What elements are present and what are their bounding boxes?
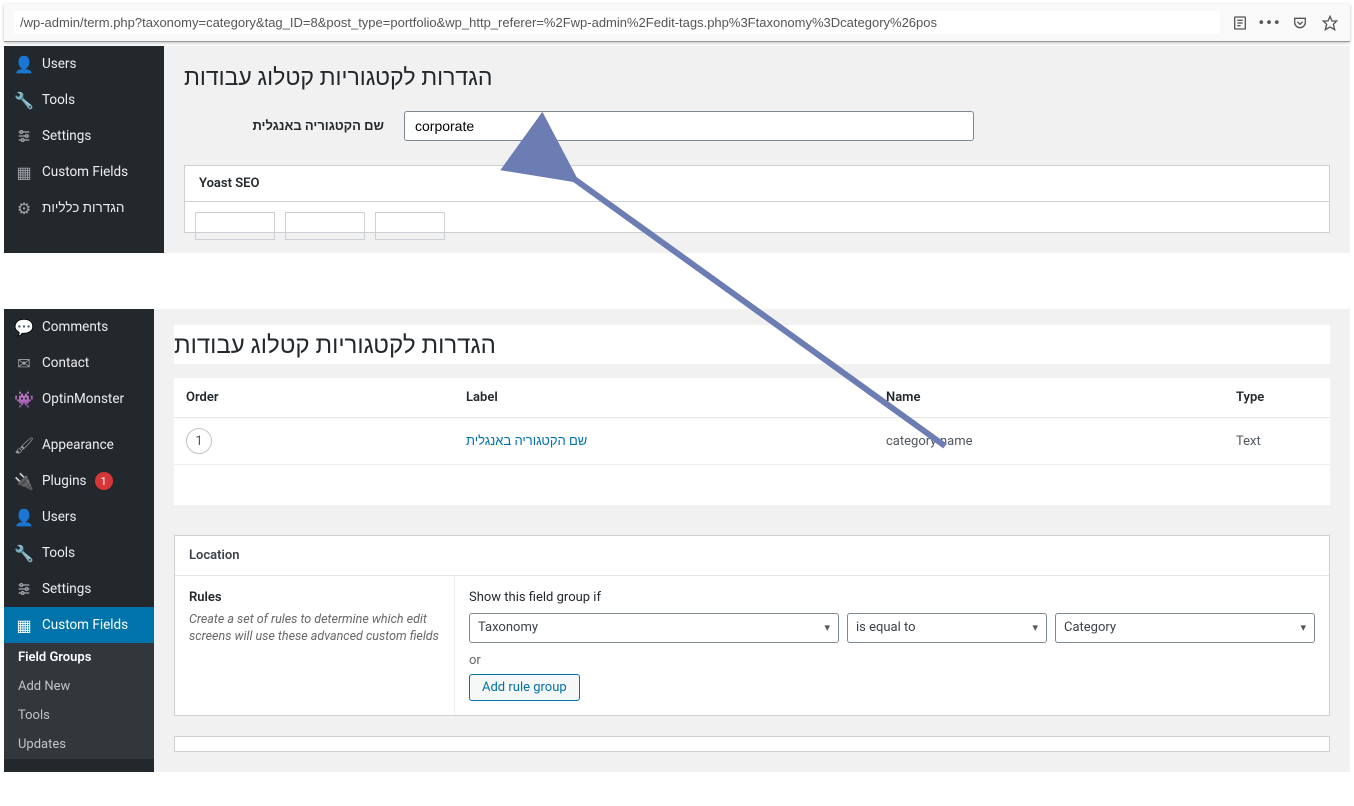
chevron-down-icon: [1032, 620, 1038, 635]
sidebar-sub-updates[interactable]: Updates: [4, 730, 154, 759]
location-title: Location: [175, 536, 1329, 576]
location-box: Location Rules Create a set of rules to …: [174, 535, 1330, 716]
table-row[interactable]: 1 שם הקטגוריה באנגלית category-name Text: [174, 418, 1330, 465]
brush-icon: 🖌: [14, 435, 34, 455]
chevron-down-icon: [1300, 620, 1306, 635]
sidebar-item-tools[interactable]: 🔧 Tools: [4, 82, 164, 118]
sidebar-item-label: Tools: [42, 92, 75, 108]
segment-bottom: 💬 Comments ✉ Contact 👾 OptinMonster 🖌 Appear…: [4, 309, 1350, 772]
sidebar-sub-add-new[interactable]: Add New: [4, 672, 154, 701]
show-if-label: Show this field group if: [469, 590, 1315, 605]
order-handle[interactable]: 1: [186, 428, 212, 454]
sidebar-sub-tools[interactable]: Tools: [4, 701, 154, 730]
sidebar-item-label: Contact: [42, 355, 89, 371]
col-order: Order: [174, 378, 454, 418]
rule-operator-select[interactable]: is equal to: [847, 613, 1047, 643]
sidebar-item-optinmonster[interactable]: 👾 OptinMonster: [4, 381, 154, 417]
sidebar-sub-field-groups[interactable]: Field Groups: [4, 643, 154, 672]
field-label-link[interactable]: שם הקטגוריה באנגלית: [466, 434, 587, 449]
person-icon: 👤: [14, 507, 34, 527]
pocket-icon[interactable]: [1290, 13, 1310, 33]
rules-title: Rules: [189, 590, 440, 605]
field-type: Text: [1224, 418, 1330, 465]
segment-top: 👤 Users 🔧 Tools Settings ▦ Custom Fields ⚙ ה…: [4, 46, 1350, 253]
sidebar-item-comments[interactable]: 💬 Comments: [4, 309, 154, 345]
bookmark-star-icon[interactable]: [1320, 13, 1340, 33]
field-group-title-input[interactable]: הגדרות לקטגוריות קטלוג עבודות: [174, 325, 1330, 364]
more-icon[interactable]: •••: [1260, 13, 1280, 33]
sidebar-item-tools[interactable]: 🔧 Tools: [4, 535, 154, 571]
monster-icon: 👾: [14, 389, 34, 409]
yoast-seo-title: Yoast SEO: [185, 166, 1329, 202]
sidebar-item-label: OptinMonster: [42, 391, 124, 407]
sidebar-item-label: Custom Fields: [42, 617, 128, 633]
reader-mode-icon[interactable]: [1230, 13, 1250, 33]
sliders-icon: [14, 126, 34, 146]
content-top: הגדרות לקטגוריות קטלוג עבודות שם הקטגורי…: [164, 46, 1350, 253]
col-type: Type: [1224, 378, 1330, 418]
col-label: Label: [454, 378, 874, 418]
sidebar-item-custom-fields[interactable]: ▦ Custom Fields: [4, 154, 164, 190]
sidebar-item-users[interactable]: 👤 Users: [4, 499, 154, 535]
category-name-input[interactable]: [404, 111, 974, 141]
sidebar-item-label: Settings: [42, 581, 91, 597]
page-title-top: הגדרות לקטגוריות קטלוג עבודות: [184, 64, 1330, 91]
rule-param-select[interactable]: Taxonomy: [469, 613, 839, 643]
next-metabox-stub: [174, 736, 1330, 752]
fields-table: Order Label Name Type 1 שם הקטגוריה באנג…: [174, 378, 1330, 505]
sidebar-item-label: Custom Fields: [42, 164, 128, 180]
mail-icon: ✉: [14, 353, 34, 373]
sidebar-item-custom-fields[interactable]: ▦ Custom Fields: [4, 607, 154, 643]
admin-sidebar-bottom: 💬 Comments ✉ Contact 👾 OptinMonster 🖌 Appear…: [4, 309, 154, 772]
field-name: category-name: [874, 418, 1224, 465]
browser-address-bar: •••: [4, 4, 1350, 42]
sidebar-item-label: Plugins: [42, 473, 87, 489]
yoast-seo-metabox: Yoast SEO: [184, 165, 1330, 233]
sliders-icon: [14, 579, 34, 599]
category-name-field-row: שם הקטגוריה באנגלית: [184, 111, 1330, 141]
sidebar-item-users[interactable]: 👤 Users: [4, 46, 164, 82]
sidebar-item-label: Tools: [42, 545, 75, 561]
wrench-icon: 🔧: [14, 90, 34, 110]
admin-sidebar-top: 👤 Users 🔧 Tools Settings ▦ Custom Fields ⚙ ה…: [4, 46, 164, 253]
rule-row: Taxonomy is equal to Category: [469, 613, 1315, 643]
chevron-down-icon: [824, 620, 830, 635]
or-label: or: [469, 653, 1315, 668]
sidebar-item-label: Users: [42, 509, 76, 525]
sidebar-item-plugins[interactable]: 🔌 Plugins 1: [4, 463, 154, 499]
comment-icon: 💬: [14, 317, 34, 337]
sidebar-item-label: Users: [42, 56, 76, 72]
field-label: שם הקטגוריה באנגלית: [184, 118, 384, 134]
sidebar-item-general-settings-he[interactable]: ⚙ הגדרות כלליות: [4, 190, 164, 226]
wrench-icon: 🔧: [14, 543, 34, 563]
sidebar-item-label: Settings: [42, 128, 91, 144]
location-rules-desc: Rules Create a set of rules to determine…: [175, 576, 455, 715]
yoast-seo-body: [185, 202, 1329, 232]
sidebar-item-label: הגדרות כלליות: [42, 200, 124, 216]
sidebar-item-label: Appearance: [42, 437, 114, 453]
grid-icon: ▦: [14, 162, 34, 182]
grid-icon: ▦: [14, 615, 34, 635]
plug-icon: 🔌: [14, 471, 34, 491]
gear-icon: ⚙: [14, 198, 34, 218]
segment-gap: [0, 257, 1354, 305]
rules-desc: Create a set of rules to determine which…: [189, 611, 440, 646]
sidebar-item-appearance[interactable]: 🖌 Appearance: [4, 427, 154, 463]
yoast-tab[interactable]: [285, 212, 365, 240]
content-bottom: הגדרות לקטגוריות קטלוג עבודות Order Labe…: [154, 309, 1350, 772]
update-badge: 1: [95, 472, 113, 490]
person-icon: 👤: [14, 54, 34, 74]
sidebar-item-settings[interactable]: Settings: [4, 571, 154, 607]
add-rule-group-button[interactable]: Add rule group: [469, 674, 580, 701]
rule-value-select[interactable]: Category: [1055, 613, 1315, 643]
sidebar-item-settings[interactable]: Settings: [4, 118, 164, 154]
yoast-tab[interactable]: [195, 212, 275, 240]
yoast-tab[interactable]: [375, 212, 445, 240]
url-input[interactable]: [14, 11, 1220, 34]
sidebar-item-label: Comments: [42, 319, 108, 335]
col-name: Name: [874, 378, 1224, 418]
sidebar-item-contact[interactable]: ✉ Contact: [4, 345, 154, 381]
